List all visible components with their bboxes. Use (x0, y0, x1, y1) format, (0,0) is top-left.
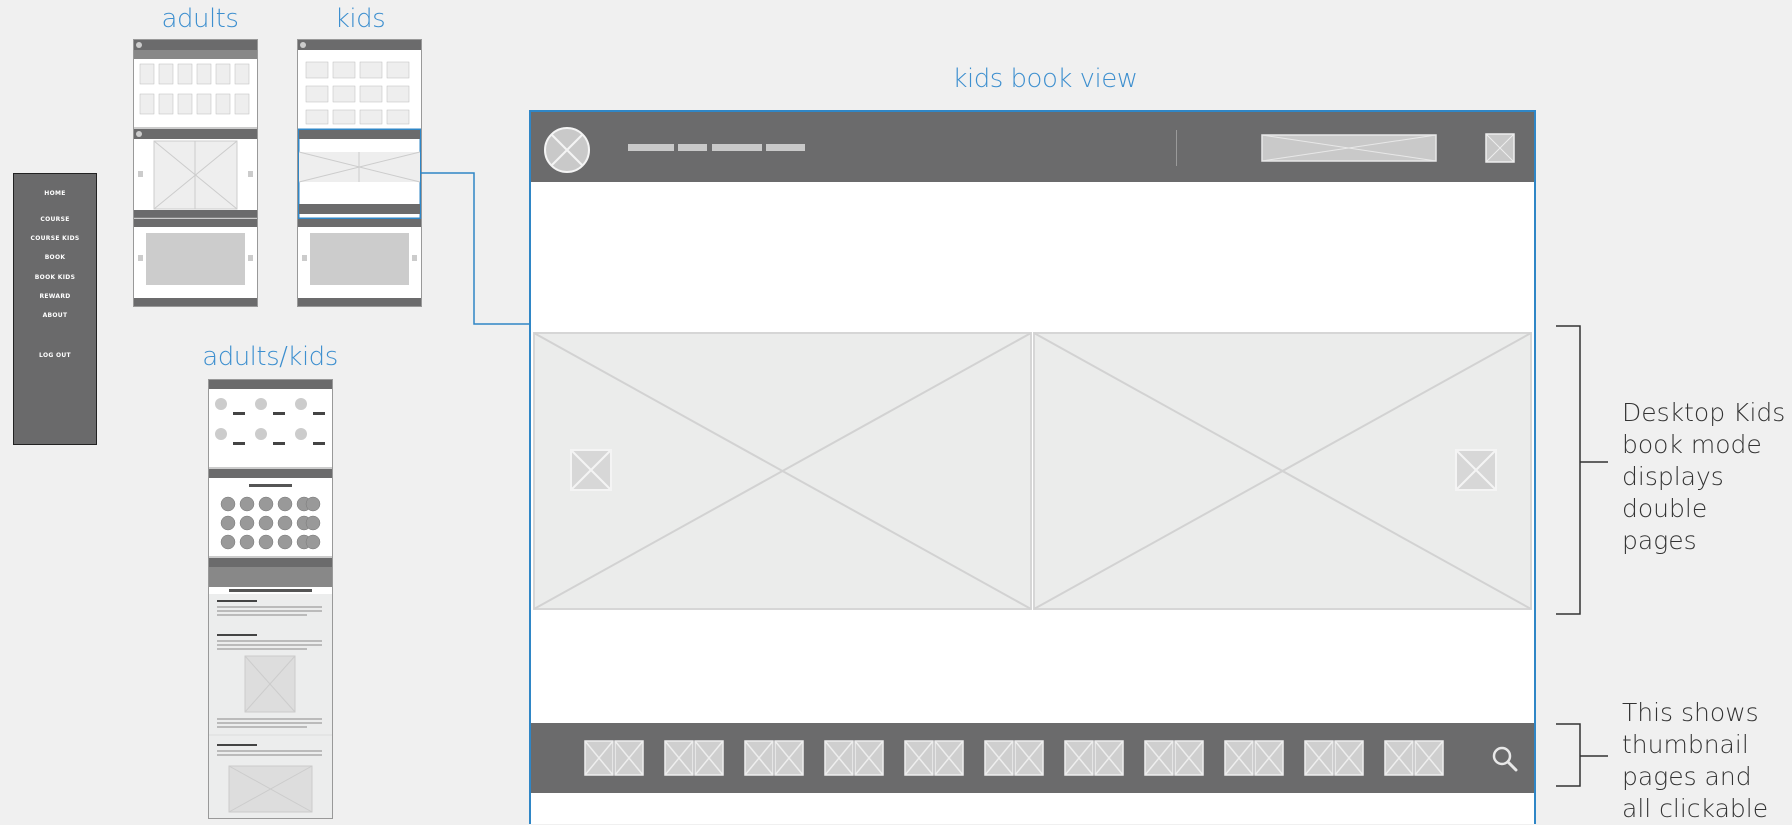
side-menu: HOME COURSE COURSE KIDS BOOK BOOK KIDS R… (13, 173, 97, 445)
logo-icon[interactable] (543, 126, 591, 174)
book-mode-bracket (1556, 325, 1608, 615)
nav-link-4[interactable] (766, 144, 805, 151)
kids-screens-graphic (298, 40, 421, 306)
page-thumbnail[interactable] (584, 740, 644, 776)
menu-item-about[interactable]: ABOUT (14, 312, 96, 319)
menu-item-book[interactable]: BOOK (14, 254, 96, 261)
menu-item-course[interactable]: COURSE (14, 216, 96, 223)
page-thumbnail[interactable] (984, 740, 1044, 776)
nav-link-3[interactable] (712, 144, 762, 151)
connector-line (420, 172, 532, 325)
adults-screens-graphic (134, 40, 257, 306)
menu-item-log-out[interactable]: LOG OUT (14, 352, 96, 359)
page-thumbnail[interactable] (1384, 740, 1444, 776)
menu-item-book-kids[interactable]: BOOK KIDS (14, 274, 96, 281)
adults-kids-screens-graphic (209, 380, 332, 818)
page-thumbnail[interactable] (1144, 740, 1204, 776)
kids-book-view-frame (529, 110, 1536, 824)
label-kids: kids (334, 4, 386, 34)
prev-page-arrow (570, 449, 612, 491)
kids-screens[interactable] (297, 39, 422, 307)
nav-link-1[interactable] (628, 144, 674, 151)
menu-item-reward[interactable]: REWARD (14, 293, 96, 300)
app-header (531, 112, 1534, 182)
label-kids-book-view: kids book view (952, 64, 1138, 94)
thumbnails-bracket (1556, 723, 1608, 787)
page-thumbnail[interactable] (664, 740, 724, 776)
nav-link-2[interactable] (678, 144, 707, 151)
note-thumbnails: This shows thumbnail pages and all click… (1622, 698, 1769, 823)
adults-kids-screens[interactable] (208, 379, 333, 819)
page-thumbnail[interactable] (744, 740, 804, 776)
thumbnail-bar (531, 723, 1534, 793)
label-adults-kids: adults/kids (202, 342, 338, 372)
page-thumbnail[interactable] (904, 740, 964, 776)
search-icon[interactable] (1491, 745, 1519, 773)
double-page-spread[interactable] (533, 332, 1532, 610)
page-thumbnail[interactable] (824, 740, 884, 776)
page-thumbnail[interactable] (1224, 740, 1284, 776)
next-page-arrow (1455, 449, 1497, 491)
menu-item-home[interactable]: HOME (14, 190, 96, 197)
header-divider (1176, 130, 1177, 166)
thumbnail-strip[interactable] (531, 723, 1534, 793)
label-adults: adults (161, 4, 239, 34)
note-book-mode: Desktop Kids book mode displays double p… (1622, 398, 1786, 555)
adults-screens[interactable] (133, 39, 258, 307)
header-search-box[interactable] (1261, 134, 1437, 162)
page-thumbnail[interactable] (1304, 740, 1364, 776)
close-icon[interactable] (1485, 133, 1515, 163)
menu-item-course-kids[interactable]: COURSE KIDS (14, 235, 96, 242)
page-thumbnail[interactable] (1064, 740, 1124, 776)
